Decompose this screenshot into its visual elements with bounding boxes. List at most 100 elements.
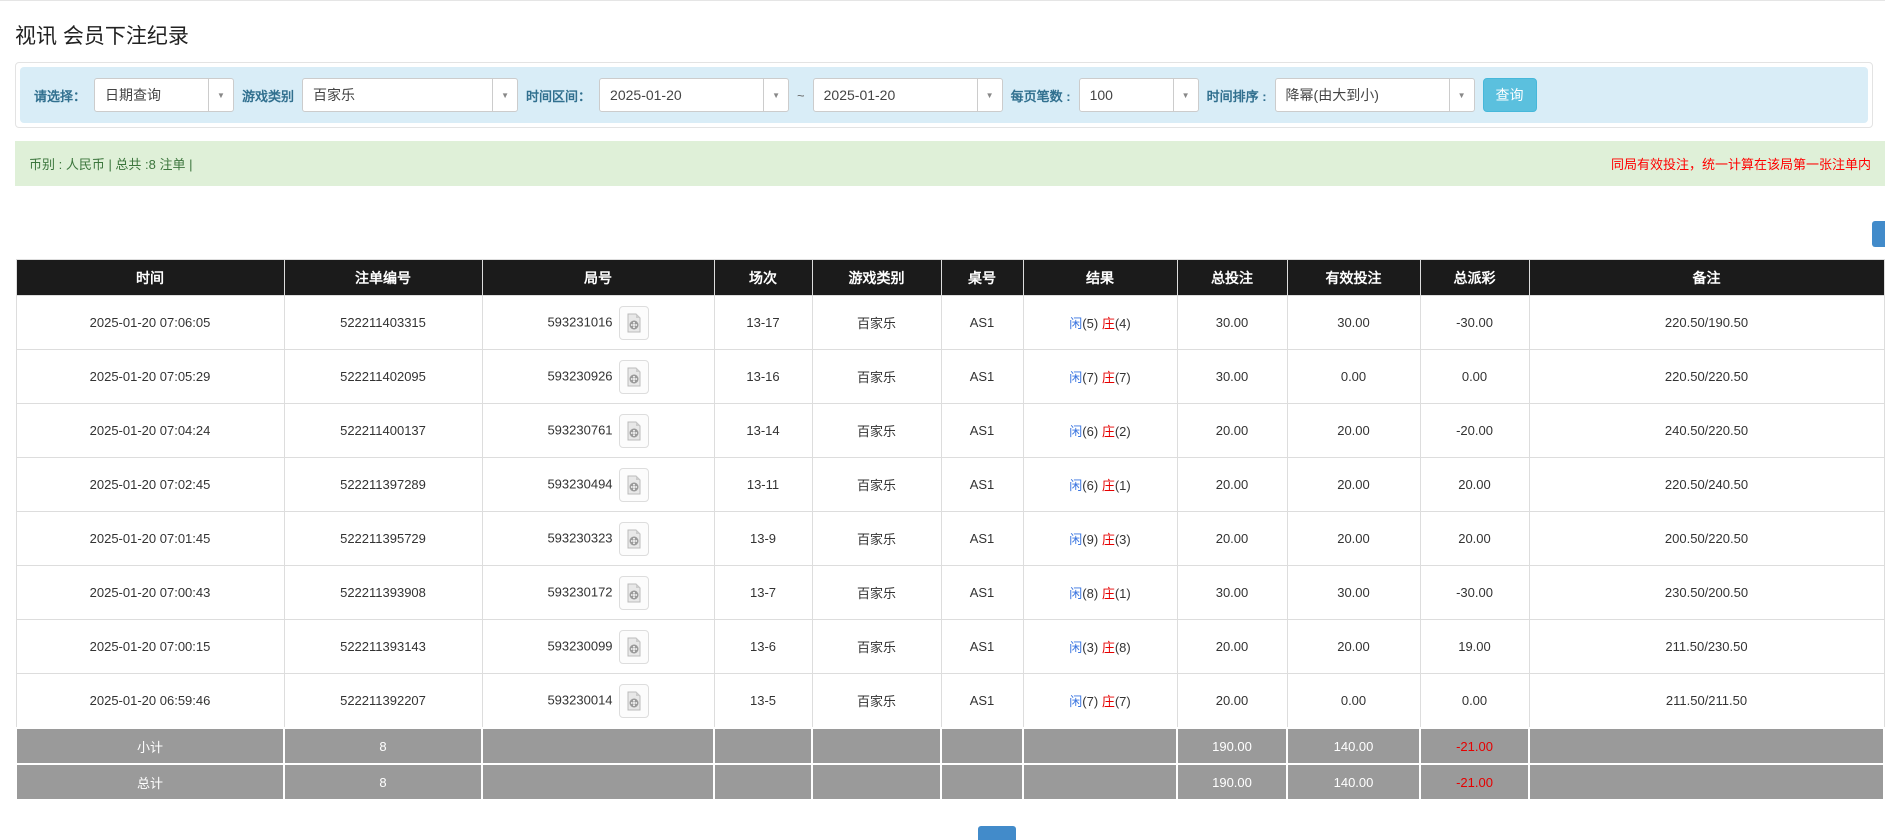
video-file-icon[interactable] [618,683,649,718]
subtotal-cell-remark [1528,727,1885,765]
cell-session: 13-14 [713,403,813,458]
result-player: 闲 [1069,532,1083,547]
cell-game: 百家乐 [811,295,942,350]
cell-total_bet[interactable]: 20.00 [1176,619,1288,674]
cell-total_bet[interactable]: 30.00 [1176,349,1288,404]
game-type-select[interactable]: 百家乐 ▼ [302,78,519,112]
video-file-icon[interactable] [618,467,649,502]
time-sort-label: 时间排序 : [1206,88,1267,104]
column-header-10: 备注 [1528,259,1885,296]
round-number: 593230926 [547,367,613,383]
cell-total_bet[interactable]: 20.00 [1176,457,1288,512]
cell-valid_bet: 20.00 [1286,403,1421,458]
result-player_score: (6) [1082,424,1099,439]
video-file-icon[interactable] [618,413,649,448]
cell-result: 闲(3) 庄(8) [1022,619,1178,674]
cell-result: 闲(6) 庄(1) [1022,457,1178,512]
cell-game: 百家乐 [811,565,942,620]
valid-bet-notice: 同局有效投注，统一计算在该局第一张注单内 [1610,157,1871,172]
cell-total_bet[interactable]: 30.00 [1176,295,1288,350]
cell-remark: 220.50/220.50 [1528,349,1885,404]
page-title: 视讯 会员下注纪录 [15,25,189,48]
video-file-icon[interactable] [618,629,649,664]
result-banker_score: (7) [1114,694,1131,709]
result-banker: 庄 [1101,694,1115,709]
table-row: 2025-01-20 07:02:45 522211397289 593230494… [15,457,1885,512]
video-file-icon[interactable] [618,359,649,394]
query-type-select[interactable]: 日期查询 ▼ [94,78,235,112]
cell-bet_id: 522211403315 [283,295,483,350]
date-to-select[interactable]: 2025-01-20 ▼ [812,78,1003,112]
cell-bet_id: 522211402095 [283,349,483,404]
video-file-icon[interactable] [618,305,649,340]
cell-table_no: AS1 [940,673,1024,729]
cell-result: 闲(5) 庄(4) [1022,295,1178,350]
cell-time: 2025-01-20 07:01:45 [15,511,285,566]
table-row: 2025-01-20 07:06:05 522211403315 593231016… [15,295,1885,350]
result-banker_score: (7) [1114,370,1131,385]
cell-session: 13-7 [713,565,813,620]
cell-session: 13-17 [713,295,813,350]
cell-total_bet[interactable]: 20.00 [1176,403,1288,458]
total-cell-game [811,763,942,801]
total-cell-time: 总计 [15,763,285,801]
video-file-icon[interactable] [618,521,649,556]
table-header-row: 时间 注单编号 局号 场次 游戏类别 桌号 结果 总投注 有效投注 总派彩 备注 [15,259,1885,296]
pagination-button[interactable] [978,826,1016,840]
currency-summary-text: 币别 : 人民币 | 总共 :8 注单 | [29,157,193,172]
page-size-value: 100 [1089,87,1113,103]
result-player_score: (7) [1082,370,1099,385]
table-row: 2025-01-20 06:59:46 522211392207 593230014… [15,673,1885,729]
cell-time: 2025-01-20 07:00:43 [15,565,285,620]
cell-game: 百家乐 [811,673,942,729]
result-banker: 庄 [1101,478,1115,493]
date-from-select[interactable]: 2025-01-20 ▼ [599,78,790,112]
result-banker: 庄 [1101,424,1115,439]
column-header-4: 游戏类别 [811,259,942,296]
total-cell-table_no [940,763,1024,801]
cell-payout: 0.00 [1419,673,1530,729]
clipped-action-button[interactable] [1872,221,1885,247]
time-sort-select[interactable]: 降幂(由大到小) ▼ [1274,78,1475,112]
total-cell-round_id [481,763,715,801]
page-size-select[interactable]: 100 ▼ [1078,78,1199,112]
cell-valid_bet: 30.00 [1286,295,1421,350]
round-number: 593230014 [547,691,613,707]
cell-table_no: AS1 [940,565,1024,620]
cell-time: 2025-01-20 07:00:15 [15,619,285,674]
column-header-9: 总派彩 [1419,259,1530,296]
cell-time: 2025-01-20 07:05:29 [15,349,285,404]
result-player: 闲 [1069,424,1083,439]
cell-valid_bet: 0.00 [1286,673,1421,729]
cell-total_bet[interactable]: 20.00 [1176,673,1288,729]
subtotal-cell-table_no [940,727,1024,765]
cell-table_no: AS1 [940,619,1024,674]
result-player: 闲 [1069,478,1083,493]
search-button[interactable]: 查询 [1482,78,1537,112]
top-divider [0,0,1885,1]
chevron-down-icon: ▼ [208,79,233,111]
range-separator: ~ [797,87,805,103]
cell-round_id: 593230014 [481,673,715,729]
cell-total_bet[interactable]: 20.00 [1176,511,1288,566]
cell-time: 2025-01-20 07:06:05 [15,295,285,350]
round-number: 593230761 [547,421,613,437]
column-header-3: 场次 [713,259,813,296]
result-player_score: (7) [1082,694,1099,709]
summary-bar: 币别 : 人民币 | 总共 :8 注单 | 同局有效投注，统一计算在该局第一张注… [15,141,1885,186]
subtotal-cell-valid_bet: 140.00 [1286,727,1421,765]
cell-valid_bet: 0.00 [1286,349,1421,404]
cell-session: 13-6 [713,619,813,674]
cell-game: 百家乐 [811,511,942,566]
result-player_score: (5) [1082,316,1099,331]
cell-bet_id: 522211393143 [283,619,483,674]
cell-table_no: AS1 [940,295,1024,350]
cell-result: 闲(8) 庄(1) [1022,565,1178,620]
cell-round_id: 593230172 [481,565,715,620]
cell-round_id: 593230099 [481,619,715,674]
result-player_score: (8) [1082,586,1099,601]
round-number: 593230323 [547,529,613,545]
video-file-icon[interactable] [618,575,649,610]
cell-total_bet[interactable]: 30.00 [1176,565,1288,620]
round-number: 593230494 [547,475,613,491]
